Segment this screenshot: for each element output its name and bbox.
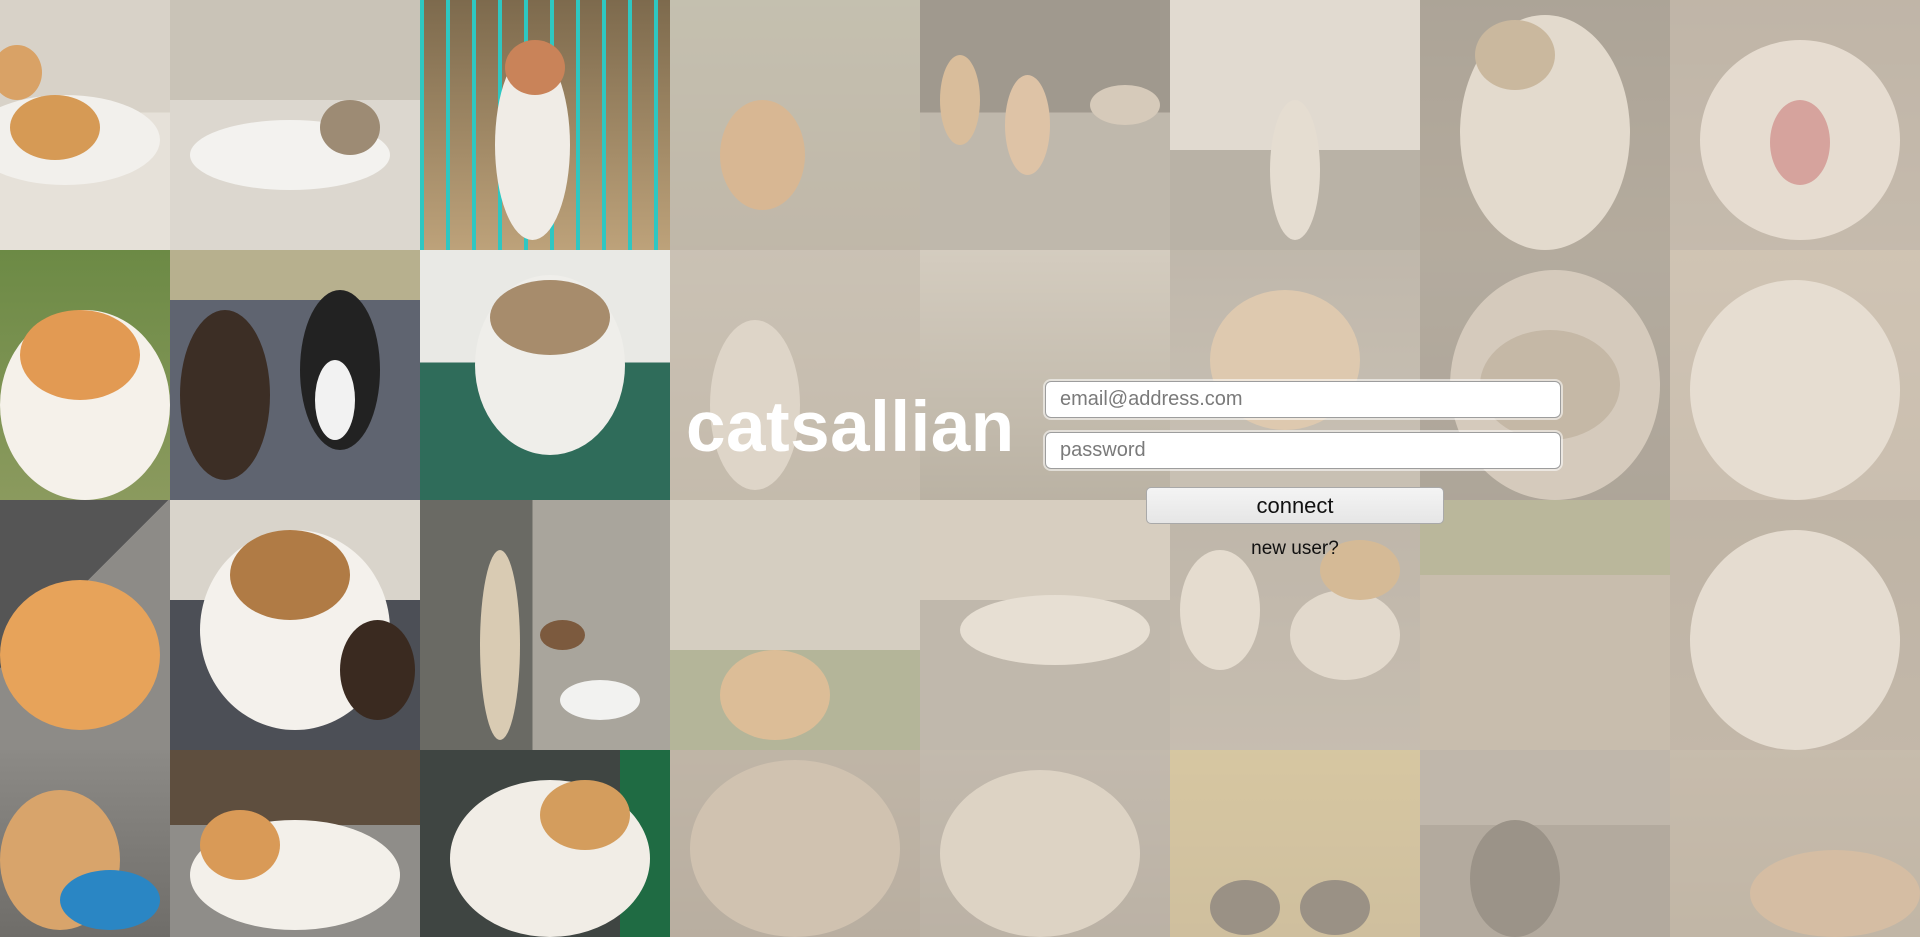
cat-photo bbox=[670, 500, 920, 750]
cat-photo bbox=[1420, 0, 1670, 250]
cat-photo bbox=[0, 250, 170, 500]
cat-photo bbox=[920, 500, 1170, 750]
cat-photo bbox=[920, 0, 1170, 250]
password-field[interactable] bbox=[1045, 432, 1561, 469]
cat-photo bbox=[170, 500, 420, 750]
cat-photo bbox=[170, 750, 420, 937]
cat-photo bbox=[1420, 500, 1670, 750]
email-field[interactable] bbox=[1045, 381, 1561, 418]
brand-title: catsallian bbox=[686, 388, 1015, 467]
cat-photo bbox=[420, 750, 670, 937]
cat-photo bbox=[170, 0, 420, 250]
cat-photo bbox=[170, 250, 420, 500]
cat-photo bbox=[420, 0, 670, 250]
cat-photo bbox=[1170, 0, 1420, 250]
cat-photo bbox=[920, 750, 1170, 937]
connect-button[interactable]: connect bbox=[1146, 487, 1444, 524]
cat-photo bbox=[0, 0, 170, 250]
cat-photo bbox=[0, 500, 170, 750]
cat-photo bbox=[1170, 750, 1420, 937]
cat-photo bbox=[1670, 0, 1920, 250]
cat-photo bbox=[420, 250, 670, 500]
cat-photo bbox=[670, 750, 920, 937]
cat-photo bbox=[0, 750, 170, 937]
new-user-link[interactable]: new user? bbox=[1180, 538, 1410, 560]
cat-photo bbox=[670, 0, 920, 250]
cat-photo bbox=[1420, 750, 1670, 937]
cat-photo bbox=[1670, 250, 1920, 500]
cat-photo bbox=[1670, 500, 1920, 750]
cat-photo bbox=[1670, 750, 1920, 937]
cat-photo bbox=[420, 500, 670, 750]
